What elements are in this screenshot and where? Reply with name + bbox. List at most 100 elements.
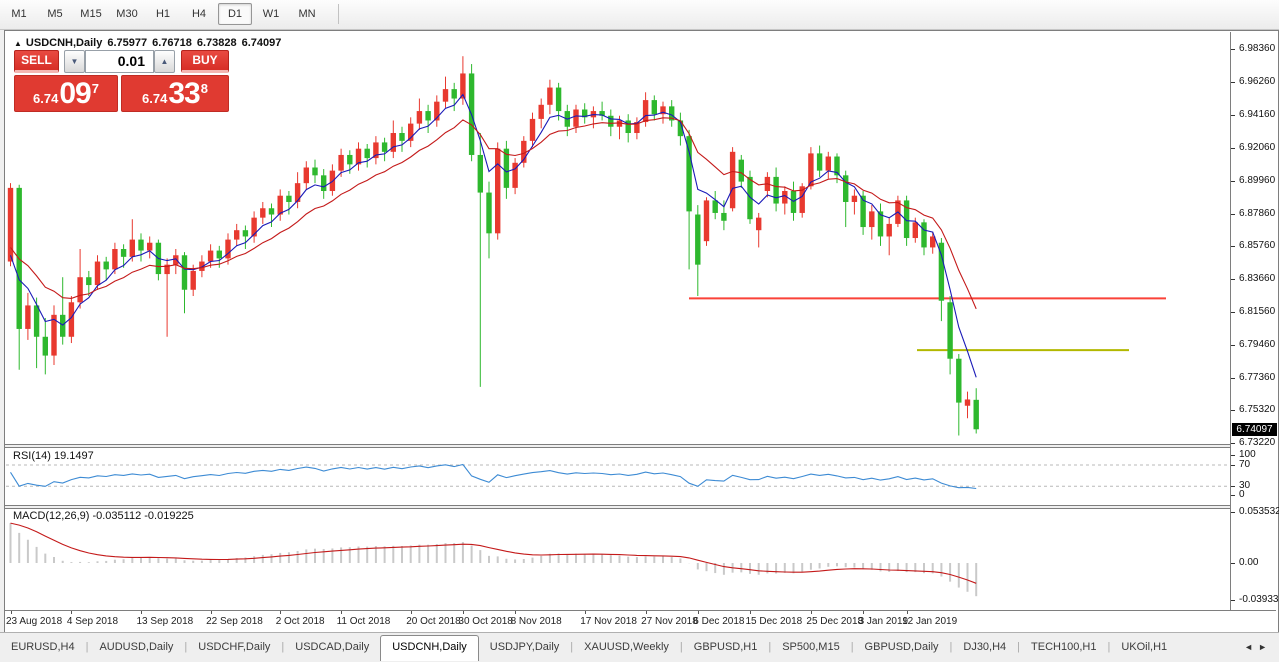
date-tick <box>646 611 647 614</box>
date-tick <box>698 611 699 614</box>
tab-usdcnh-daily[interactable]: USDCNH,Daily <box>380 635 479 661</box>
date-tick <box>750 611 751 614</box>
buy-price-display[interactable]: 6.74 33 8 <box>121 75 229 112</box>
date-label: 3 Jan 2019 <box>859 616 909 627</box>
date-tick <box>515 611 516 614</box>
date-tick <box>811 611 812 614</box>
date-label: 2 Oct 2018 <box>276 616 325 627</box>
axis-tick <box>1231 378 1235 379</box>
date-label: 30 Oct 2018 <box>458 616 512 627</box>
tab-gbpusd-h1[interactable]: GBPUSD,H1 <box>683 637 769 657</box>
chart-window: ▲USDCNH,Daily6.759776.767186.738286.7409… <box>4 30 1279 633</box>
volume-increase-button[interactable]: ▲ <box>154 50 175 73</box>
axis-tick <box>1231 312 1235 313</box>
date-label: 17 Nov 2018 <box>580 616 637 627</box>
timeframe-button-d1[interactable]: D1 <box>218 3 252 25</box>
date-tick <box>71 611 72 614</box>
date-tick <box>141 611 142 614</box>
buy-price-sup: 8 <box>201 81 208 96</box>
date-label: 23 Aug 2018 <box>6 616 62 627</box>
tab-eurusd-h4[interactable]: EURUSD,H4 <box>0 637 86 657</box>
timeframe-button-m5[interactable]: M5 <box>38 3 72 25</box>
date-tick <box>463 611 464 614</box>
axis-tick <box>1231 345 1235 346</box>
rsi-label: RSI(14) 19.1497 <box>13 450 94 462</box>
axis-tick <box>1231 512 1235 513</box>
tab-scroll-left-button[interactable]: ◄ <box>1244 642 1253 652</box>
volume-decrease-button[interactable]: ▼ <box>64 50 85 73</box>
tab-usdchf-daily[interactable]: USDCHF,Daily <box>187 637 281 657</box>
timeframe-button-h1[interactable]: H1 <box>146 3 180 25</box>
date-tick <box>863 611 864 614</box>
price-axis-label: 6.92060 <box>1239 142 1275 154</box>
price-axis[interactable]: 6.983606.962606.941606.920606.899606.878… <box>1230 32 1278 610</box>
rsi-indicator-canvas[interactable] <box>6 447 1230 505</box>
volume-field[interactable]: 0.01 <box>85 50 154 73</box>
timeframe-button-m30[interactable]: M30 <box>110 3 144 25</box>
date-label: 15 Dec 2018 <box>746 616 803 627</box>
tab-sp500-m15[interactable]: SP500,M15 <box>771 637 850 657</box>
tab-usdcad-daily[interactable]: USDCAD,Daily <box>284 637 380 657</box>
date-tick <box>211 611 212 614</box>
macd-axis-label: -0.039333 <box>1239 594 1279 606</box>
one-click-trade-panel: SELL ▼ 0.01 ▲ BUY 6.74 09 7 6.74 33 8 <box>14 50 236 113</box>
rsi-axis-label: 0 <box>1239 489 1245 501</box>
price-axis-label: 6.81560 <box>1239 306 1275 318</box>
buy-button[interactable]: BUY <box>181 50 229 73</box>
tab-tech100-h1[interactable]: TECH100,H1 <box>1020 637 1107 657</box>
timeframe-toolbar: M1M5M15M30H1H4D1W1MN <box>0 0 1279 30</box>
chevron-down-icon: ▼ <box>71 57 79 66</box>
timeframe-button-m15[interactable]: M15 <box>74 3 108 25</box>
axis-tick <box>1231 465 1235 466</box>
axis-tick <box>1231 443 1235 444</box>
tab-xauusd-weekly[interactable]: XAUUSD,Weekly <box>573 637 680 657</box>
timeframe-button-h4[interactable]: H4 <box>182 3 216 25</box>
date-label: 11 Oct 2018 <box>337 616 391 627</box>
price-axis-label: 6.94160 <box>1239 109 1275 121</box>
chevron-up-icon: ▲ <box>161 57 169 66</box>
buy-price-prefix: 6.74 <box>142 91 167 106</box>
date-label: 12 Jan 2019 <box>902 616 957 627</box>
axis-tick <box>1231 495 1235 496</box>
tab-usdjpy-daily[interactable]: USDJPY,Daily <box>479 637 571 657</box>
toolbar-separator <box>338 4 339 24</box>
close-value: 6.74097 <box>242 37 282 49</box>
date-label: 4 Sep 2018 <box>67 616 118 627</box>
timeframe-button-w1[interactable]: W1 <box>254 3 288 25</box>
open-value: 6.75977 <box>107 37 147 49</box>
price-axis-label: 6.83660 <box>1239 273 1275 285</box>
price-axis-label: 6.79460 <box>1239 339 1275 351</box>
tab-audusd-daily[interactable]: AUDUSD,Daily <box>88 637 184 657</box>
pane-separator[interactable] <box>5 505 1276 509</box>
tab-dj30-h4[interactable]: DJ30,H4 <box>952 637 1017 657</box>
timeframe-button-mn[interactable]: MN <box>290 3 324 25</box>
macd-indicator-canvas[interactable] <box>6 508 1230 610</box>
pane-separator[interactable] <box>5 444 1276 448</box>
date-axis[interactable]: 23 Aug 20184 Sep 201813 Sep 201822 Sep 2… <box>5 610 1276 632</box>
tab-ukoil-h1[interactable]: UKOil,H1 <box>1110 637 1178 657</box>
axis-tick <box>1231 486 1235 487</box>
date-label: 25 Dec 2018 <box>806 616 863 627</box>
date-label: 22 Sep 2018 <box>206 616 263 627</box>
date-tick <box>11 611 12 614</box>
price-axis-label: 6.75320 <box>1239 404 1275 416</box>
sell-price-display[interactable]: 6.74 09 7 <box>14 75 118 112</box>
date-tick <box>411 611 412 614</box>
axis-tick <box>1231 246 1235 247</box>
sell-button[interactable]: SELL <box>14 50 59 73</box>
low-value: 6.73828 <box>197 37 237 49</box>
timeframe-button-m1[interactable]: M1 <box>2 3 36 25</box>
chart-ohlc-header: ▲USDCNH,Daily6.759776.767186.738286.7409… <box>14 37 286 49</box>
macd-axis-label: 0.053532 <box>1239 506 1279 518</box>
axis-tick <box>1231 115 1235 116</box>
price-axis-label: 6.87860 <box>1239 208 1275 220</box>
axis-tick <box>1231 148 1235 149</box>
price-axis-label: 6.77360 <box>1239 372 1275 384</box>
sell-price-big: 09 <box>59 80 90 108</box>
collapse-triangle-icon[interactable]: ▲ <box>14 39 22 48</box>
macd-label: MACD(12,26,9) -0.035112 -0.019225 <box>13 510 194 522</box>
tab-gbpusd-daily[interactable]: GBPUSD,Daily <box>854 637 950 657</box>
date-label: 20 Oct 2018 <box>406 616 460 627</box>
tab-scroll-right-button[interactable]: ► <box>1258 642 1267 652</box>
current-price-tag: 6.74097 <box>1232 423 1277 436</box>
